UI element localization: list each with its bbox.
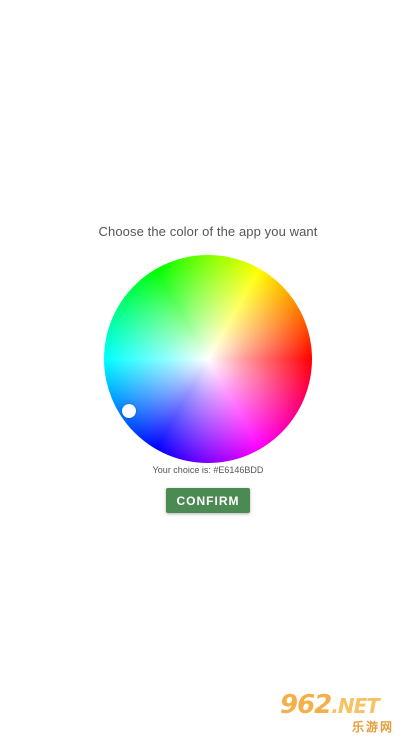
color-wheel-saturation (104, 255, 312, 463)
confirm-button[interactable]: CONFIRM (166, 488, 250, 513)
watermark-net: .NET (331, 694, 380, 718)
watermark-sub: 乐游网 (352, 720, 395, 734)
watermark-main: 962.NET (280, 690, 380, 720)
color-picker-handle[interactable] (122, 404, 136, 418)
color-wheel[interactable] (104, 255, 312, 463)
selected-color-text: Your choice is: #E6146BDD (152, 465, 264, 475)
watermark-logo: 962.NET 乐游网 (274, 690, 414, 738)
watermark-number: 962 (280, 690, 332, 720)
prompt-text: Choose the color of the app you want (98, 224, 318, 239)
